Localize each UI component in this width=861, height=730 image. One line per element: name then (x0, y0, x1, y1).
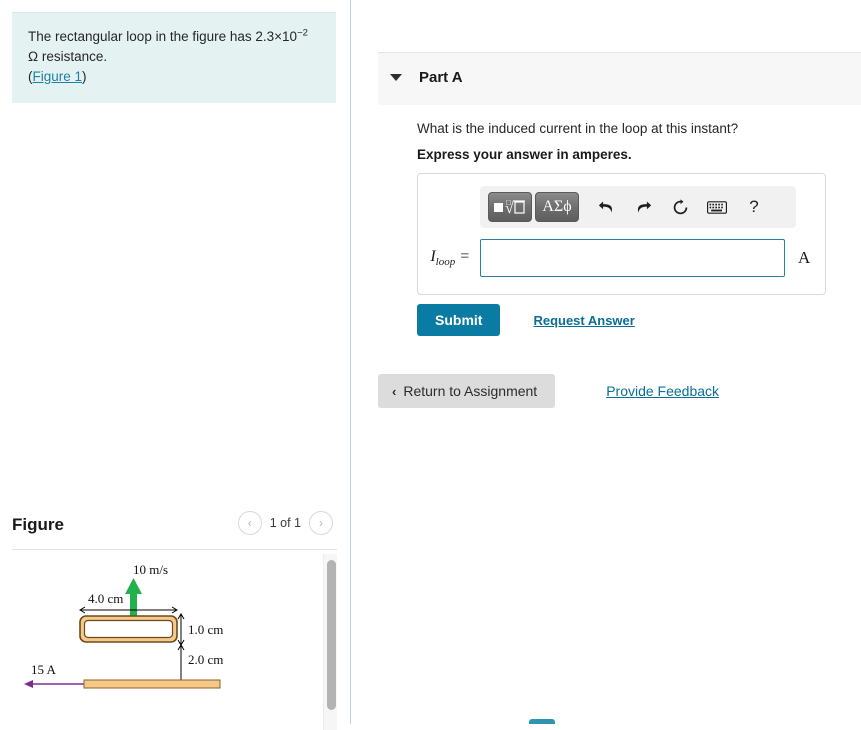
physics-diagram: 10 m/s 4.0 cm 1.0 cm 2.0 cm 15 A (24, 562, 223, 689)
provide-feedback-link[interactable]: Provide Feedback (606, 383, 719, 399)
current-carrying-wire (83, 679, 221, 689)
help-icon[interactable]: ? (737, 192, 771, 222)
redo-icon[interactable] (626, 192, 660, 222)
bottom-action-row: ‹ Return to Assignment Provide Feedback (378, 374, 719, 408)
gap-dimension-line (177, 644, 185, 683)
gap-label: 2.0 cm (188, 652, 223, 667)
submit-button[interactable]: Submit (417, 304, 501, 336)
template-icon: √ □ (494, 198, 525, 216)
answer-variable-label: Iloop = (418, 248, 480, 268)
answer-input[interactable] (480, 239, 785, 277)
figure-viewport: 10 m/s 4.0 cm 1.0 cm 2.0 cm 15 A (12, 549, 337, 730)
answer-instruction: Express your answer in amperes. (417, 147, 632, 162)
left-pane: The rectangular loop in the figure has 2… (0, 0, 350, 730)
figure-title: Figure (12, 515, 64, 534)
answer-box: √ □ ΑΣϕ ? Iloop = A (417, 173, 826, 295)
part-a-header[interactable]: Part A (378, 52, 861, 105)
bottom-partial-indicator[interactable] (529, 719, 555, 724)
problem-text-before: The rectangular loop in the figure has 2… (28, 29, 298, 44)
figure-section: Figure ‹ 1 of 1 › 10 m/s 4.0 cm 1.0 cm 2… (0, 505, 350, 730)
undo-icon[interactable] (589, 192, 623, 222)
figure-1-link[interactable]: Figure 1 (33, 69, 83, 84)
figure-prev-button[interactable]: ‹ (237, 511, 262, 535)
answer-input-row: Iloop = A (418, 236, 825, 280)
request-answer-link[interactable]: Request Answer (533, 313, 634, 328)
width-dimension-line (79, 606, 178, 614)
problem-statement: The rectangular loop in the figure has 2… (12, 12, 336, 103)
current-label: 15 A (31, 662, 57, 677)
figure-header: Figure ‹ 1 of 1 › (0, 505, 350, 549)
submit-row: Submit Request Answer (417, 304, 635, 336)
math-template-button[interactable]: √ □ (488, 192, 532, 222)
math-editor-toolbar: √ □ ΑΣϕ ? (480, 186, 796, 228)
current-arrow-icon (24, 680, 84, 688)
velocity-label: 10 m/s (133, 562, 168, 577)
math-symbols-button[interactable]: ΑΣϕ (535, 192, 579, 222)
svg-text:□: □ (506, 198, 511, 207)
keyboard-icon[interactable] (700, 192, 734, 222)
close-paren: ) (82, 69, 87, 84)
height-dimension-line (177, 613, 185, 646)
reset-icon[interactable] (663, 192, 697, 222)
chevron-left-icon: ‹ (392, 383, 397, 399)
reset-glyph (673, 198, 687, 214)
redo-glyph (637, 201, 651, 213)
figure-scrollbar[interactable] (323, 554, 337, 730)
figure-scrollbar-thumb[interactable] (327, 560, 336, 710)
figure-pager: ‹ 1 of 1 › (237, 511, 333, 535)
caret-down-icon[interactable] (390, 74, 402, 81)
return-to-assignment-button[interactable]: ‹ Return to Assignment (378, 374, 556, 408)
keyboard-glyph (707, 200, 727, 214)
right-pane: Part A What is the induced current in th… (351, 0, 861, 724)
variable-subscript: loop (435, 256, 456, 269)
answer-unit-label: A (798, 248, 811, 267)
part-a-title: Part A (419, 69, 463, 86)
height-label: 1.0 cm (188, 622, 223, 637)
figure-page-count: 1 of 1 (269, 516, 301, 530)
equals-sign: = (459, 247, 470, 265)
rectangular-loop (79, 615, 178, 643)
problem-exponent: −2 (297, 27, 308, 39)
problem-text-after: Ω resistance. (28, 49, 108, 64)
undo-glyph (598, 201, 612, 213)
width-label: 4.0 cm (88, 591, 123, 606)
question-text: What is the induced current in the loop … (417, 121, 739, 136)
return-to-assignment-label: Return to Assignment (403, 383, 538, 399)
problem-text: The rectangular loop in the figure has 2… (28, 27, 320, 87)
figure-next-button[interactable]: › (309, 511, 333, 535)
